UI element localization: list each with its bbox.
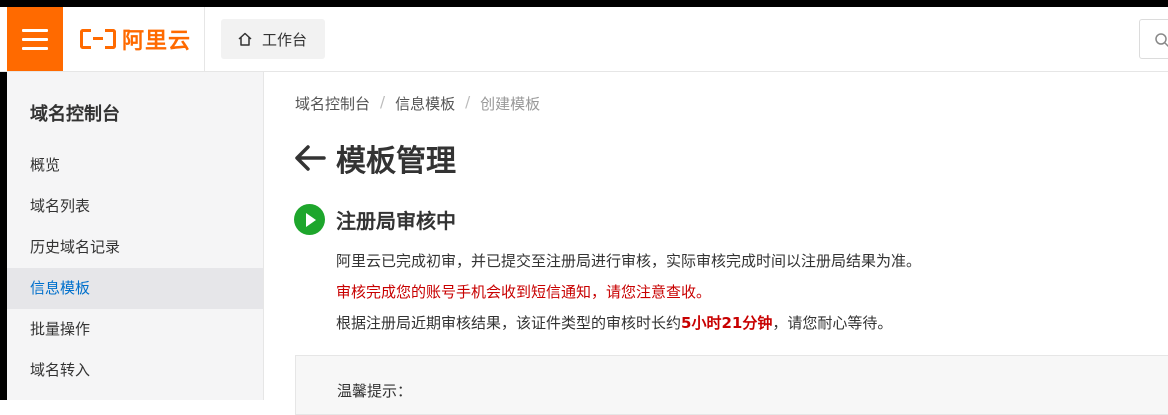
- search-input[interactable]: [1139, 19, 1168, 59]
- brand-text: 阿里云: [122, 29, 192, 54]
- sidebar-title: 域名控制台: [30, 104, 120, 125]
- sidebar-item-domain-list[interactable]: 域名列表: [7, 186, 263, 227]
- duration-prefix: 根据注册局近期审核结果，该证件类型的审核时长约: [336, 314, 682, 332]
- sidebar-item-batch-operations[interactable]: 批量操作: [7, 309, 263, 350]
- duration-value: 5小时21分钟: [681, 314, 773, 332]
- breadcrumb-item[interactable]: 信息模板: [395, 93, 455, 114]
- workbench-label: 工作台: [262, 30, 308, 49]
- menu-icon-line: [22, 28, 48, 32]
- status-title: 注册局审核中: [336, 209, 456, 233]
- breadcrumb-separator: /: [380, 93, 386, 111]
- page-header: 模板管理: [294, 136, 456, 180]
- search-icon: [1155, 33, 1168, 48]
- home-icon: [238, 32, 252, 46]
- status-header: 注册局审核中: [294, 204, 456, 235]
- menu-icon-line: [22, 46, 48, 50]
- tips-panel: 温馨提示：: [295, 355, 1168, 415]
- main-content: 域名控制台 / 信息模板 / 创建模板 模板管理 注册局审核中 阿里云已完成初审…: [264, 72, 1168, 415]
- breadcrumb-separator: /: [465, 93, 471, 111]
- menu-icon-line: [22, 37, 48, 41]
- sidebar-item-info-templates[interactable]: 信息模板: [7, 268, 263, 309]
- sidebar-item-overview[interactable]: 概览: [7, 145, 263, 186]
- breadcrumb: 域名控制台 / 信息模板 / 创建模板: [295, 93, 540, 114]
- top-bar: 阿里云 工作台: [0, 0, 1168, 72]
- sidebar: 域名控制台 概览 域名列表 历史域名记录 信息模板 批量操作 域名转入: [0, 72, 264, 400]
- duration-suffix: ，请您耐心等待。: [772, 314, 893, 332]
- workbench-button[interactable]: 工作台: [221, 19, 325, 59]
- play-status-icon: [294, 204, 325, 235]
- breadcrumb-item[interactable]: 域名控制台: [295, 93, 370, 114]
- sidebar-item-domain-transfer-in[interactable]: 域名转入: [7, 350, 263, 391]
- review-duration-notice: 根据注册局近期审核结果，该证件类型的审核时长约5小时21分钟，请您耐心等待。: [336, 312, 892, 333]
- sms-notice: 审核完成您的账号手机会收到短信通知，请您注意查收。: [336, 283, 712, 301]
- hamburger-menu-button[interactable]: [7, 7, 63, 71]
- back-arrow-icon[interactable]: [294, 144, 326, 172]
- page-title: 模板管理: [336, 144, 456, 179]
- status-description: 阿里云已完成初审，并已提交至注册局进行审核，实际审核完成时间以注册局结果为准。: [336, 252, 922, 270]
- tips-title: 温馨提示：: [337, 382, 413, 400]
- sidebar-nav: 概览 域名列表 历史域名记录 信息模板 批量操作 域名转入: [7, 145, 263, 391]
- brand-logo[interactable]: 阿里云: [63, 7, 205, 71]
- sidebar-item-domain-history[interactable]: 历史域名记录: [7, 227, 263, 268]
- breadcrumb-current: 创建模板: [480, 95, 541, 113]
- aliyun-logo-icon: [80, 29, 116, 49]
